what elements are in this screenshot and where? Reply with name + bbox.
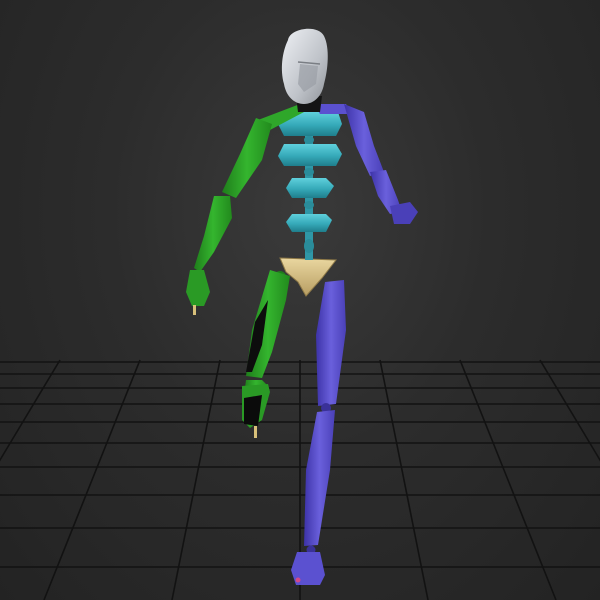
right-hand[interactable] — [186, 270, 210, 306]
right-toe-marker — [254, 426, 257, 438]
left-upper-arm[interactable] — [344, 104, 384, 176]
right-forearm[interactable] — [194, 196, 232, 272]
biped-spine[interactable] — [278, 110, 342, 260]
spine-link-4[interactable] — [286, 214, 332, 232]
right-upper-arm[interactable] — [222, 118, 272, 198]
spine-bead — [304, 136, 314, 144]
spine-bead — [304, 168, 314, 176]
left-thigh[interactable] — [316, 280, 346, 406]
spine-link-2[interactable] — [278, 144, 342, 166]
left-hand[interactable] — [390, 202, 418, 224]
3d-viewport[interactable] — [0, 0, 600, 600]
biped-head[interactable] — [281, 28, 328, 104]
left-toe-marker — [295, 577, 301, 583]
spine-link-3[interactable] — [286, 178, 334, 198]
spine-bead — [304, 201, 314, 209]
biped-right-leg[interactable] — [242, 270, 290, 438]
right-finger-marker — [193, 305, 196, 315]
spine-joint — [304, 239, 314, 253]
viewport-scene[interactable] — [0, 0, 600, 600]
left-calf[interactable] — [304, 410, 335, 546]
